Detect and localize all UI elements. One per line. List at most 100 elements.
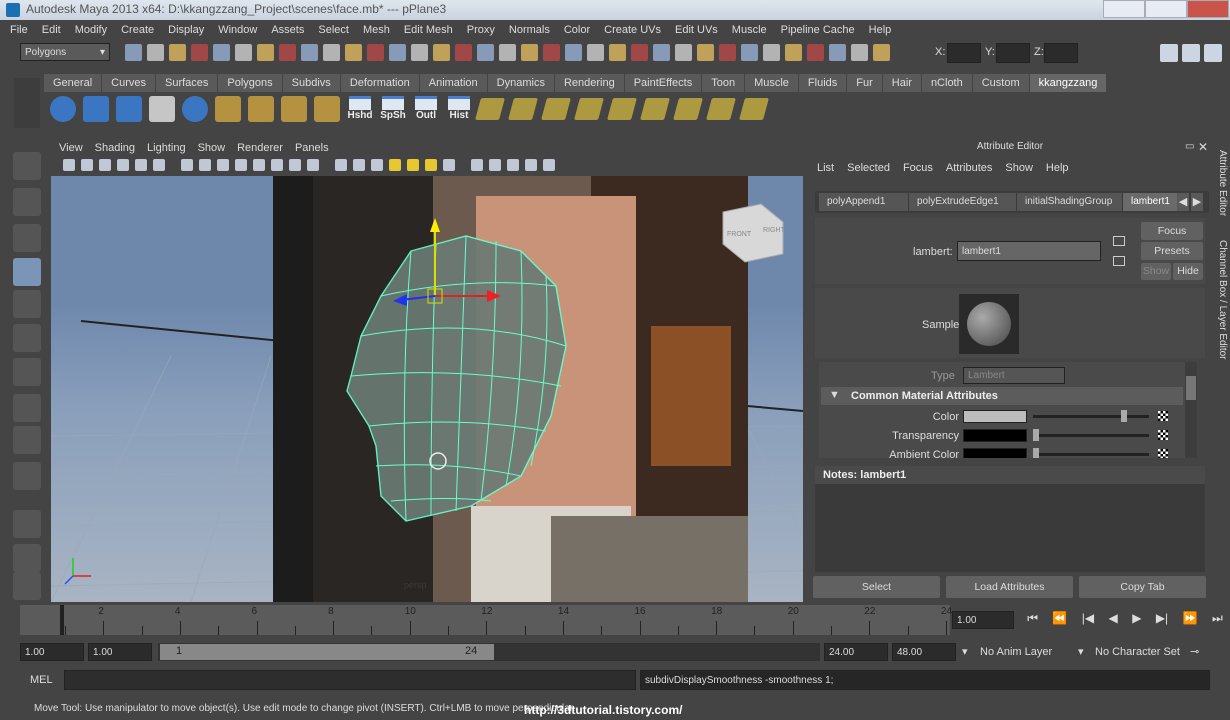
current-frame-field[interactable]: 1.00 bbox=[952, 611, 1014, 629]
shelf-tab-toon[interactable]: Toon bbox=[702, 74, 746, 92]
menu-modify[interactable]: Modify bbox=[75, 24, 107, 36]
viewport-tool-icon[interactable] bbox=[489, 159, 501, 171]
shelf-button-hshd[interactable]: Hshd bbox=[345, 96, 375, 126]
sphere-icon[interactable] bbox=[50, 96, 76, 122]
viewport-tool-icon[interactable] bbox=[471, 159, 483, 171]
status-line-icon[interactable] bbox=[455, 44, 472, 61]
shelf-button-spsh[interactable]: SpSh bbox=[378, 96, 408, 126]
x-input[interactable] bbox=[947, 43, 981, 63]
viewport-menu-lighting[interactable]: Lighting bbox=[147, 140, 186, 156]
menu-pipeline-cache[interactable]: Pipeline Cache bbox=[781, 24, 855, 36]
type-dropdown[interactable]: Lambert bbox=[963, 367, 1065, 384]
menu-select[interactable]: Select bbox=[318, 24, 349, 36]
shelf-tab-ncloth[interactable]: nCloth bbox=[921, 74, 973, 92]
slider-thumb[interactable] bbox=[1033, 448, 1039, 458]
status-line-icon[interactable] bbox=[807, 44, 824, 61]
viewport-tool-icon[interactable] bbox=[81, 159, 93, 171]
lasso-tool-icon[interactable] bbox=[13, 188, 41, 216]
viewport-tool-icon[interactable] bbox=[63, 159, 75, 171]
show-manipulator-icon[interactable] bbox=[13, 426, 41, 454]
shelf-tab-surfaces[interactable]: Surfaces bbox=[155, 74, 219, 92]
shelf-tab-muscle[interactable]: Muscle bbox=[745, 74, 799, 92]
attribute-scrollbar[interactable] bbox=[1185, 362, 1197, 458]
status-line-icon[interactable] bbox=[587, 44, 604, 61]
shelf-tab-fur[interactable]: Fur bbox=[847, 74, 883, 92]
perspective-viewport[interactable]: View Shading Lighting Show Renderer Panels bbox=[51, 140, 803, 602]
current-time-marker[interactable] bbox=[60, 605, 64, 635]
shelf-tab-fluids[interactable]: Fluids bbox=[798, 74, 848, 92]
shelf-tab-kkangzzang[interactable]: kkangzzang bbox=[1029, 74, 1108, 92]
viewport-menu-renderer[interactable]: Renderer bbox=[237, 140, 283, 156]
attribute-slider[interactable] bbox=[1033, 429, 1149, 441]
status-line-icon[interactable] bbox=[191, 44, 208, 61]
move-tool-icon[interactable] bbox=[13, 258, 41, 286]
menu-window[interactable]: Window bbox=[218, 24, 257, 36]
animation-end-field[interactable]: 48.00 bbox=[892, 643, 956, 661]
cube-icon[interactable] bbox=[248, 96, 274, 122]
attribute-swatch[interactable] bbox=[963, 410, 1027, 423]
viewport-tool-icon[interactable] bbox=[525, 159, 537, 171]
range-slider-track[interactable]: 1 24 bbox=[158, 643, 820, 661]
status-line-icon[interactable] bbox=[147, 44, 164, 61]
menu-edit-mesh[interactable]: Edit Mesh bbox=[404, 24, 453, 36]
ae-copy-tab-button[interactable]: Copy Tab bbox=[1079, 576, 1206, 598]
status-line-icon[interactable] bbox=[873, 44, 890, 61]
menu-create-uvs[interactable]: Create UVs bbox=[604, 24, 661, 36]
menu-normals[interactable]: Normals bbox=[509, 24, 550, 36]
range-slider-handle[interactable]: 1 24 bbox=[160, 644, 494, 660]
step-back-frame-icon[interactable]: ⏪ bbox=[1052, 611, 1067, 629]
status-line-icon[interactable] bbox=[499, 44, 516, 61]
viewport-tool-icon[interactable] bbox=[507, 159, 519, 171]
animation-start-field[interactable]: 1.00 bbox=[20, 643, 84, 661]
status-line-icon[interactable] bbox=[169, 44, 186, 61]
ae-tab-initialShadingGroup[interactable]: initialShadingGroup bbox=[1017, 193, 1123, 211]
curve-icon[interactable] bbox=[149, 96, 175, 122]
status-line-icon[interactable] bbox=[851, 44, 868, 61]
scrollbar-thumb[interactable] bbox=[1186, 376, 1196, 400]
status-line-icon[interactable] bbox=[631, 44, 648, 61]
shelf-tab-painteffects[interactable]: PaintEffects bbox=[624, 74, 703, 92]
step-forward-frame-icon[interactable]: ⏩ bbox=[1183, 611, 1198, 629]
viewport-tool-icon[interactable] bbox=[217, 159, 229, 171]
command-input[interactable] bbox=[64, 670, 636, 690]
step-forward-key-icon[interactable]: ▶| bbox=[1156, 611, 1168, 629]
shelf-tab-subdivs[interactable]: Subdivs bbox=[282, 74, 341, 92]
collapse-triangle-icon[interactable]: ▼ bbox=[829, 389, 840, 401]
uv-icon[interactable] bbox=[673, 98, 703, 120]
status-line-icon[interactable] bbox=[301, 44, 318, 61]
menu-help[interactable]: Help bbox=[869, 24, 892, 36]
chevron-down-icon[interactable]: ▾ bbox=[962, 645, 968, 658]
status-line-icon[interactable] bbox=[279, 44, 296, 61]
shelf-tab-general[interactable]: General bbox=[44, 74, 103, 92]
step-back-key-icon[interactable]: |◀ bbox=[1082, 611, 1094, 629]
character-set-label[interactable]: No Character Set bbox=[1095, 646, 1180, 658]
uv-icon[interactable] bbox=[574, 98, 604, 120]
panel-layout-icon[interactable] bbox=[1204, 44, 1222, 62]
key-icon[interactable]: ⊸ bbox=[1190, 645, 1199, 658]
output-connection-icon[interactable] bbox=[1113, 256, 1125, 266]
time-slider[interactable]: 2 4 6 8 10 12 14 16 18 20 22 24 bbox=[20, 605, 952, 635]
status-line-icon[interactable] bbox=[213, 44, 230, 61]
shelf-tab-dynamics[interactable]: Dynamics bbox=[487, 74, 555, 92]
play-forwards-icon[interactable]: ▶ bbox=[1132, 611, 1141, 629]
viewport-tool-icon[interactable] bbox=[117, 159, 129, 171]
menu-edit-uvs[interactable]: Edit UVs bbox=[675, 24, 718, 36]
viewport-tool-icon[interactable] bbox=[235, 159, 247, 171]
shelf-tab-deformation[interactable]: Deformation bbox=[340, 74, 420, 92]
shelf-tab-animation[interactable]: Animation bbox=[419, 74, 488, 92]
cylinder-icon[interactable] bbox=[83, 96, 109, 122]
ae-select-button[interactable]: Select bbox=[813, 576, 940, 598]
channel-box-side-tab[interactable]: Channel Box / Layer Editor bbox=[1212, 240, 1228, 364]
menu-display[interactable]: Display bbox=[168, 24, 204, 36]
single-layout-icon[interactable] bbox=[13, 510, 41, 538]
viewport-tool-icon[interactable] bbox=[271, 159, 283, 171]
viewport-tool-icon[interactable] bbox=[335, 159, 347, 171]
uv-icon[interactable] bbox=[640, 98, 670, 120]
attribute-slider[interactable] bbox=[1033, 410, 1149, 422]
uv-icon[interactable] bbox=[739, 98, 769, 120]
status-line-icon[interactable] bbox=[125, 44, 142, 61]
viewport-tool-icon[interactable] bbox=[153, 159, 165, 171]
viewport-tool-icon[interactable] bbox=[407, 159, 419, 171]
hide-button[interactable]: Hide bbox=[1173, 263, 1203, 280]
y-input[interactable] bbox=[996, 43, 1030, 63]
